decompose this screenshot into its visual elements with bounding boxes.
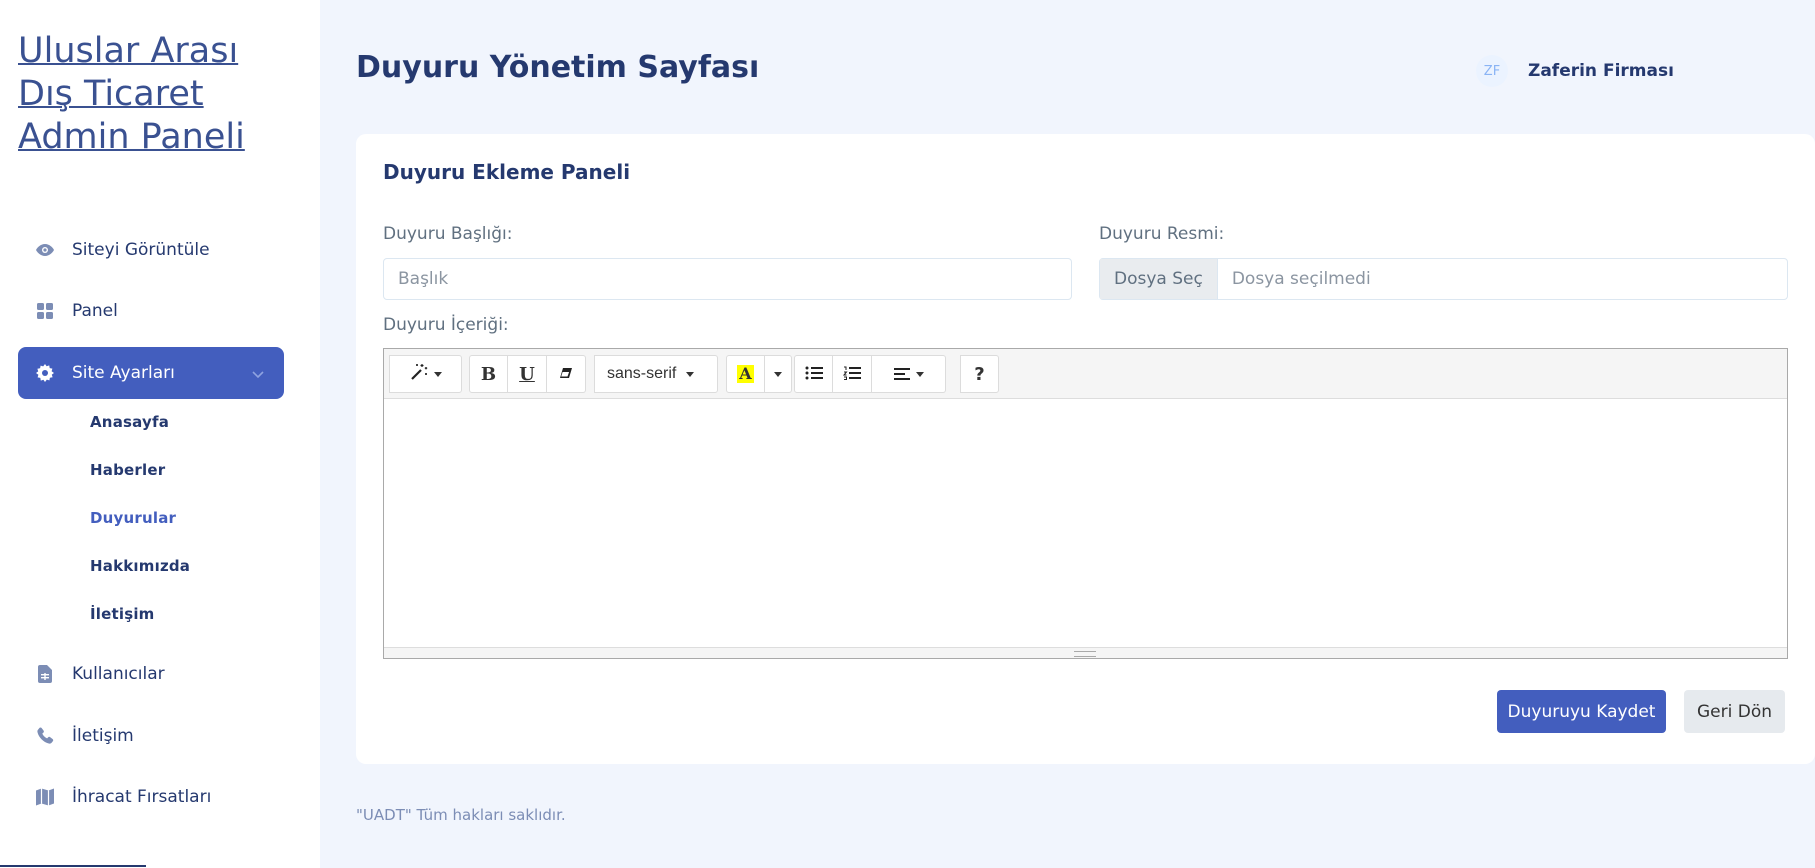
image-file-input[interactable]: Dosya Seç Dosya seçilmedi [1099,258,1788,300]
save-announcement-button[interactable]: Duyuruyu Kaydet [1497,690,1666,733]
editor-resize-handle[interactable] [384,647,1787,658]
back-button[interactable]: Geri Dön [1684,690,1785,733]
style-dropdown[interactable] [389,355,462,393]
eye-icon [36,241,54,259]
highlight-color-button[interactable]: A [726,355,765,393]
page-title: Duyuru Yönetim Sayfası [356,50,760,85]
font-family-group: sans-serif [594,355,718,393]
submenu-item-anasayfa[interactable]: Anasayfa [90,413,169,431]
sidebar-item-contact[interactable]: İletişim [18,710,284,762]
choose-file-button[interactable]: Dosya Seç [1100,259,1218,299]
map-icon [36,788,54,806]
highlight-a-icon: A [737,364,754,383]
sidebar: Uluslar Arası Dış Ticaret Admin Paneli S… [0,0,320,868]
align-dropdown[interactable] [872,355,946,393]
footer-copyright: "UADT" Tüm hakları saklıdır. [356,806,566,824]
sidebar-item-label: Site Ayarları [72,363,175,383]
gear-icon [36,364,54,382]
rich-text-editor: B U sans-serif A ? [383,348,1788,659]
color-group: A [726,355,792,393]
paragraph-group [794,355,946,393]
help-button[interactable]: ? [960,355,999,393]
eraser-icon [559,365,573,384]
ordered-list-button[interactable] [833,355,872,393]
unordered-list-button[interactable] [794,355,833,393]
font-family-dropdown[interactable]: sans-serif [594,355,718,393]
color-dropdown-toggle[interactable] [765,355,792,393]
font-format-group: B U [469,355,586,393]
user-name: Zaferin Firması [1528,61,1674,81]
sidebar-item-panel[interactable]: Panel [18,285,284,337]
help-group: ? [960,355,999,393]
content-label: Duyuru İçeriği: [383,315,509,335]
underline-button[interactable]: U [508,355,547,393]
sidebar-item-label: Siteyi Görüntüle [72,240,210,260]
editor-content-area[interactable] [384,399,1787,647]
avatar: ZF [1476,55,1508,87]
sidebar-item-users[interactable]: Kullanıcılar [18,648,284,700]
submenu-item-hakkimizda[interactable]: Hakkımızda [90,557,190,575]
editor-toolbar: B U sans-serif A ? [384,349,1787,399]
eraser-button[interactable] [547,355,586,393]
submenu-item-duyurular[interactable]: Duyurular [90,509,176,527]
magic-wand-icon [410,363,428,385]
title-input[interactable]: Başlık [383,258,1072,300]
title-label: Duyuru Başlığı: [383,224,513,244]
chevron-down-icon [252,364,264,384]
file-status: Dosya seçilmedi [1231,269,1371,289]
style-group [389,355,462,393]
sidebar-item-label: Panel [72,301,118,321]
submenu-item-haberler[interactable]: Haberler [90,461,165,479]
sidebar-item-label: İletişim [72,726,134,746]
card-title: Duyuru Ekleme Paneli [383,160,631,184]
announcement-form-card: Duyuru Ekleme Paneli Duyuru Başlığı: Baş… [356,134,1815,764]
phone-icon [36,727,54,745]
brand-link[interactable]: Uluslar Arası Dış Ticaret Admin Paneli [18,30,298,159]
sidebar-item-view-site[interactable]: Siteyi Görüntüle [18,224,284,276]
sidebar-item-label: İhracat Fırsatları [72,787,212,807]
grid-icon [36,302,54,320]
align-left-icon [893,365,910,384]
file-icon [36,665,54,683]
sidebar-item-site-settings[interactable]: Site Ayarları [18,347,284,399]
sidebar-item-label: Kullanıcılar [72,664,165,684]
bullet-list-icon [805,365,823,384]
numbered-list-icon [842,365,861,384]
user-menu[interactable]: ZF Zaferin Firması [1476,55,1674,87]
image-label: Duyuru Resmi: [1099,224,1225,244]
bold-button[interactable]: B [469,355,508,393]
font-family-label: sans-serif [607,365,677,382]
submenu-item-iletisim[interactable]: İletişim [90,605,155,623]
sidebar-item-export-opportunities[interactable]: İhracat Fırsatları [18,771,284,823]
sidebar-scroll-indicator [0,865,146,867]
